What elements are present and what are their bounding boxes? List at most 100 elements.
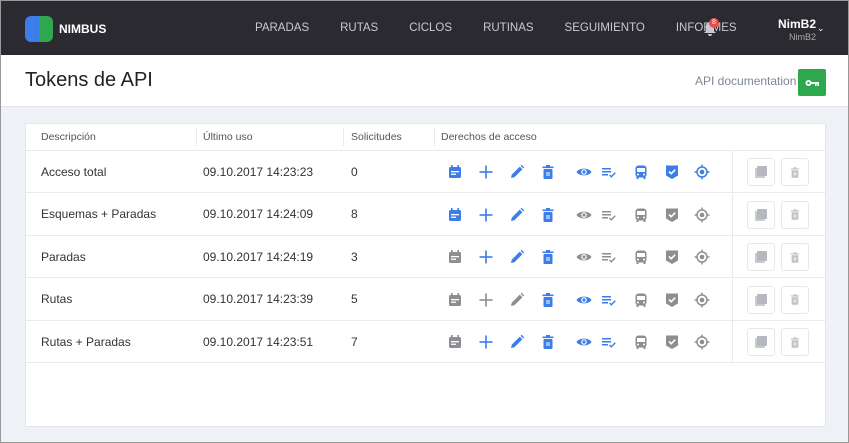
copy-token-button[interactable] <box>747 243 775 271</box>
list-check-icon <box>602 253 616 263</box>
token-requests: 3 <box>351 249 358 264</box>
eye-icon <box>576 338 592 346</box>
list-check-icon <box>602 168 616 178</box>
trash-icon <box>542 165 554 179</box>
plus-icon <box>479 293 493 306</box>
token-last-used: 09.10.2017 14:24:19 <box>203 249 314 264</box>
trash-icon <box>542 207 554 222</box>
shield-check-icon <box>666 165 678 179</box>
delete-token-button[interactable] <box>781 158 809 186</box>
pencil-icon <box>511 292 525 306</box>
list-check-icon <box>602 295 616 306</box>
bus-icon <box>635 293 647 307</box>
col-solicitudes: Solicitudes <box>351 131 402 143</box>
trash-icon <box>542 335 554 349</box>
token-requests: 7 <box>351 334 358 349</box>
eye-icon <box>576 168 592 176</box>
token-last-used: 09.10.2017 14:23:51 <box>203 334 314 349</box>
bus-icon <box>635 208 647 222</box>
page-title: Tokens de API <box>25 69 153 91</box>
nav-ciclos[interactable]: CICLOS <box>409 22 452 34</box>
col-descripcion: Descripción <box>41 131 96 143</box>
main-menu: PARADAS RUTAS CICLOS RUTINAS SEGUIMIENTO… <box>255 22 768 34</box>
delete-token-button[interactable] <box>781 328 809 356</box>
tokens-table: Descripción Último uso Solicitudes Derec… <box>25 123 826 427</box>
eye-icon <box>576 211 592 218</box>
token-last-used: 09.10.2017 14:23:23 <box>203 164 314 179</box>
delete-token-button[interactable] <box>781 243 809 271</box>
table-row: Acceso total 09.10.2017 14:23:23 0 <box>26 151 825 193</box>
table-header: Descripción Último uso Solicitudes Derec… <box>26 124 825 151</box>
nav-seguimiento[interactable]: SEGUIMIENTO <box>565 22 645 34</box>
api-documentation-link[interactable]: API documentation <box>695 74 796 88</box>
eye-icon <box>576 296 592 303</box>
plus-icon <box>479 208 493 221</box>
trash-icon <box>790 336 800 348</box>
shield-check-icon <box>666 208 678 222</box>
token-description: Paradas <box>41 249 86 264</box>
user-subtitle: NimB2 <box>789 32 817 42</box>
copy-icon <box>755 208 767 221</box>
target-icon <box>694 164 710 180</box>
col-ultimo-uso: Último uso <box>203 131 253 143</box>
target-icon <box>694 249 710 265</box>
list-check-icon <box>602 210 616 221</box>
chevron-down-icon[interactable]: ⌄ <box>817 23 825 34</box>
calendar-icon <box>449 207 461 221</box>
token-requests: 8 <box>351 207 358 221</box>
user-name: NimB2 <box>778 17 817 31</box>
trash-icon <box>790 294 800 305</box>
nav-paradas[interactable]: PARADAS <box>255 22 309 34</box>
copy-icon <box>755 251 767 263</box>
notification-badge: 8 <box>709 18 719 28</box>
shield-check-icon <box>666 293 678 307</box>
user-menu[interactable]: NimB2 NimB2 <box>778 17 816 42</box>
plus-icon <box>479 335 493 349</box>
top-navbar: NIMBUS PARADAS RUTAS CICLOS RUTINAS SEGU… <box>1 1 848 55</box>
token-requests: 5 <box>351 292 358 306</box>
brand-name[interactable]: NIMBUS <box>59 22 106 36</box>
calendar-icon <box>449 165 461 178</box>
copy-token-button[interactable] <box>747 158 775 186</box>
calendar-icon <box>449 335 461 348</box>
trash-icon <box>790 209 800 220</box>
calendar-icon <box>449 250 461 263</box>
copy-token-button[interactable] <box>747 200 775 229</box>
trash-icon <box>790 251 800 263</box>
shield-check-icon <box>666 250 678 264</box>
key-icon <box>805 79 819 86</box>
token-description: Esquemas + Paradas <box>41 207 157 221</box>
delete-token-button[interactable] <box>781 200 809 229</box>
plus-icon <box>479 250 493 264</box>
nav-rutas[interactable]: RUTAS <box>340 22 378 34</box>
shield-check-icon <box>666 335 678 349</box>
pencil-icon <box>511 249 525 263</box>
copy-icon <box>755 166 767 178</box>
target-icon <box>694 334 710 350</box>
new-token-button[interactable] <box>798 69 826 96</box>
copy-token-button[interactable] <box>747 328 775 356</box>
copy-icon <box>755 336 767 348</box>
pencil-icon <box>511 207 525 221</box>
col-derechos: Derechos de acceso <box>441 131 537 143</box>
pencil-icon <box>511 164 525 178</box>
token-last-used: 09.10.2017 14:24:09 <box>203 207 314 221</box>
table-row: Esquemas + Paradas 09.10.2017 14:24:09 8 <box>26 193 825 236</box>
token-description: Rutas + Paradas <box>41 334 131 349</box>
copy-token-button[interactable] <box>747 285 775 314</box>
trash-icon <box>790 166 800 178</box>
delete-token-button[interactable] <box>781 285 809 314</box>
calendar-icon <box>449 292 461 306</box>
plus-icon <box>479 165 493 179</box>
nimbus-logo[interactable] <box>25 16 53 42</box>
table-row: Rutas + Paradas 09.10.2017 14:23:51 7 <box>26 321 825 363</box>
token-description: Acceso total <box>41 164 107 179</box>
target-icon <box>694 292 710 307</box>
eye-icon <box>576 253 592 261</box>
token-description: Rutas <box>41 292 73 306</box>
bus-icon <box>635 335 647 349</box>
page-header: Tokens de API API documentation <box>1 55 848 107</box>
table-row: Rutas 09.10.2017 14:23:39 5 <box>26 278 825 321</box>
bus-icon <box>635 165 647 179</box>
nav-rutinas[interactable]: RUTINAS <box>483 22 533 34</box>
